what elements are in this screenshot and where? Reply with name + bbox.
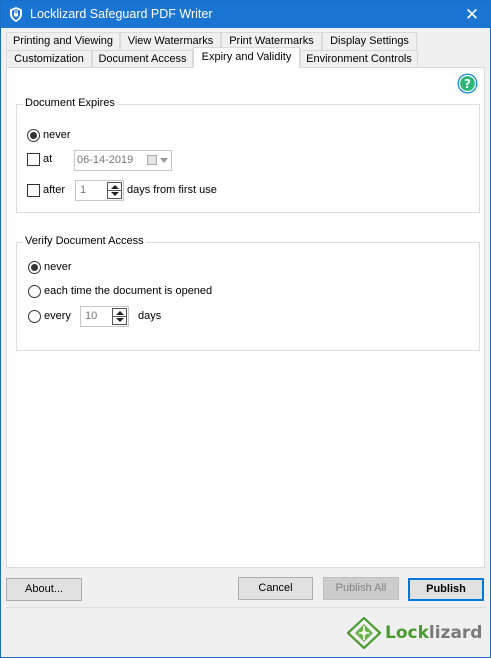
tab-environment-controls[interactable]: Environment Controls xyxy=(300,50,418,68)
publish-button[interactable]: Publish xyxy=(408,578,484,601)
tab-expiry-and-validity[interactable]: Expiry and Validity xyxy=(193,47,300,68)
publish-all-button[interactable]: Publish All xyxy=(323,577,399,600)
expiry-date-value: 06-14-2019 xyxy=(77,154,134,166)
document-expires-label: Document Expires xyxy=(23,97,117,109)
verify-every-label: every xyxy=(44,310,71,322)
increment-icon[interactable] xyxy=(116,311,124,315)
chevron-down-icon xyxy=(160,158,168,163)
cancel-button[interactable]: Cancel xyxy=(238,577,313,600)
footer-divider xyxy=(6,607,486,608)
expires-never-label: never xyxy=(43,129,71,141)
days-from-first-use-label: days from first use xyxy=(127,184,217,196)
locklizard-logo: Locklizard xyxy=(347,617,482,649)
locklizard-wordmark: Locklizard xyxy=(385,623,483,643)
expires-after-label: after xyxy=(43,184,66,196)
verify-each-time-radio[interactable] xyxy=(28,285,41,298)
decrement-icon[interactable] xyxy=(111,192,119,196)
lizard-logo-icon xyxy=(347,617,381,649)
verify-every-days-stepper[interactable]: 10 xyxy=(80,306,129,327)
window-title: Locklizard Safeguard PDF Writer xyxy=(30,7,213,21)
verify-every-value: 10 xyxy=(85,310,98,322)
tab-customization[interactable]: Customization xyxy=(6,50,92,68)
help-glyph: ? xyxy=(464,77,471,91)
about-button[interactable]: About... xyxy=(6,578,82,601)
close-icon[interactable]: ✕ xyxy=(462,5,482,25)
expiry-date-picker[interactable]: 06-14-2019 xyxy=(74,150,172,171)
stepper-buttons[interactable] xyxy=(107,182,122,199)
calendar-icon xyxy=(147,155,157,165)
verify-days-label: days xyxy=(138,310,162,322)
verify-never-label: never xyxy=(44,261,72,273)
expires-after-days-stepper[interactable]: 1 xyxy=(75,180,124,201)
increment-icon[interactable] xyxy=(111,185,119,189)
tab-printing-and-viewing[interactable]: Printing and Viewing xyxy=(6,32,120,50)
expires-at-checkbox[interactable] xyxy=(27,153,40,166)
decrement-icon[interactable] xyxy=(116,318,124,322)
verify-every-radio[interactable] xyxy=(28,310,41,323)
tab-document-access[interactable]: Document Access xyxy=(92,50,193,68)
tab-display-settings[interactable]: Display Settings xyxy=(322,32,417,50)
title-bar: Locklizard Safeguard PDF Writer ✕ xyxy=(1,1,490,28)
stepper-buttons[interactable] xyxy=(112,308,127,325)
verify-each-time-label: each time the document is opened xyxy=(44,285,213,297)
expires-never-radio[interactable] xyxy=(27,129,40,142)
verify-never-radio[interactable] xyxy=(28,261,41,274)
expires-at-label: at xyxy=(43,153,53,165)
expires-after-value: 1 xyxy=(80,184,87,196)
shield-app-icon xyxy=(10,7,22,22)
expires-after-checkbox[interactable] xyxy=(27,184,40,197)
verify-access-label: Verify Document Access xyxy=(23,235,146,247)
app-window: Locklizard Safeguard PDF Writer ✕ Printi… xyxy=(0,0,491,658)
help-icon[interactable]: ? xyxy=(457,73,478,94)
